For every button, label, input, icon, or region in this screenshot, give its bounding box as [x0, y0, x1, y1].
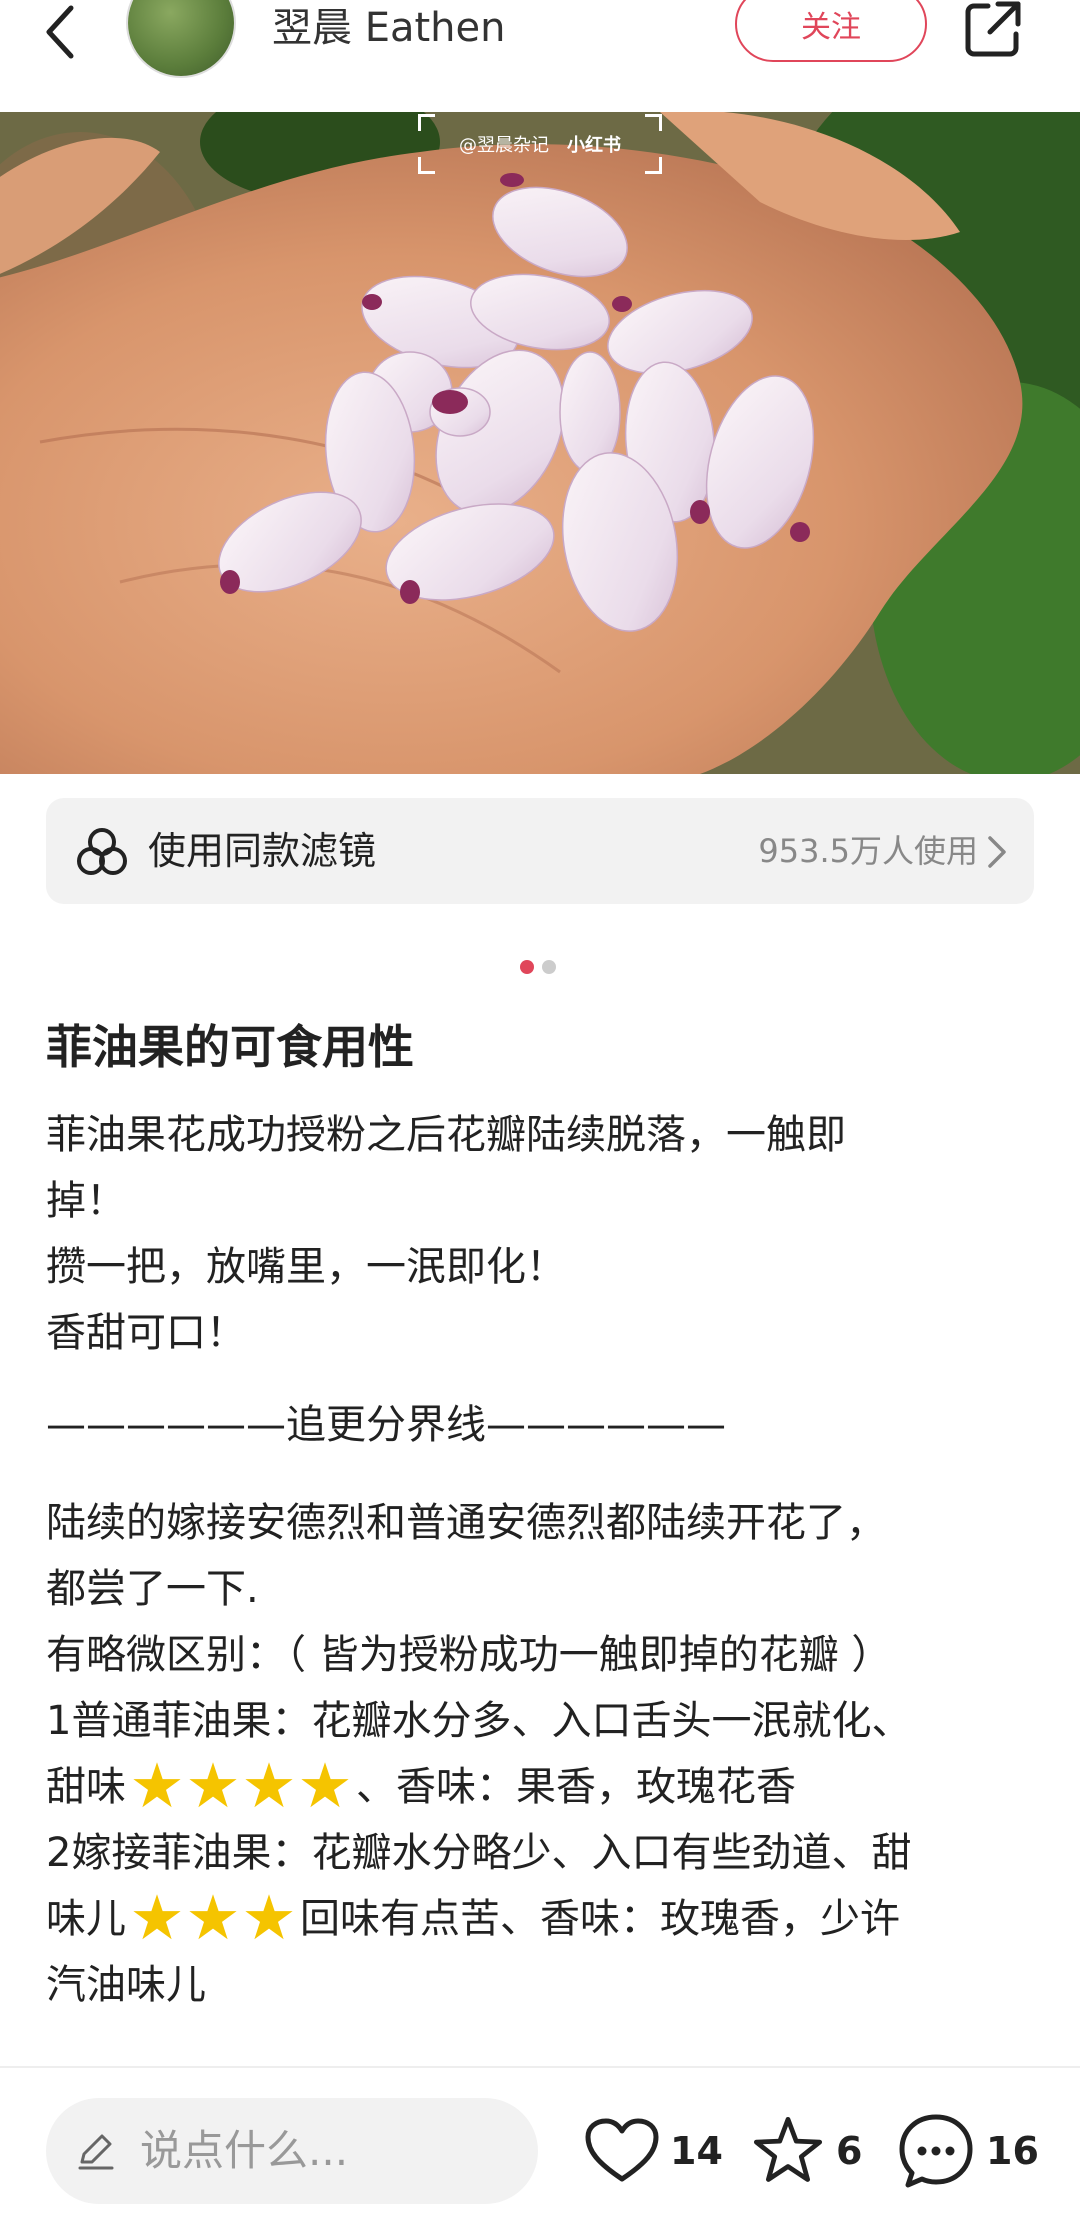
author-name[interactable]: 翌晨 Eathen — [272, 0, 506, 60]
comment-input[interactable]: 说点什么... — [46, 2098, 538, 2204]
divider-line-text: ——————追更分界线—————— — [46, 1402, 726, 1448]
follow-button[interactable]: 关注 — [735, 0, 927, 62]
aftertaste-text: 回味有点苦、香味：玫瑰香，少许 — [300, 1896, 900, 1942]
divider — [0, 2066, 1080, 2068]
collect-count: 6 — [836, 2129, 863, 2173]
star-icon — [245, 1894, 293, 1940]
watermark-brand: 小红书 — [567, 135, 621, 156]
petals-in-hand-photo — [0, 112, 1080, 774]
post-line: 掉！ — [46, 1178, 126, 1224]
post-line: 菲油果花成功授粉之后花瓣陆续脱落，一触即 — [46, 1112, 846, 1158]
share-button[interactable] — [962, 0, 1024, 62]
star-icon — [301, 1762, 349, 1808]
aroma-text: 、香味：果香，玫瑰花香 — [356, 1764, 796, 1810]
watermark-handle: @翌晨杂记 — [459, 135, 549, 156]
star-outline-icon — [753, 2116, 823, 2182]
filter-label: 使用同款滤镜 — [148, 829, 377, 873]
star-icon — [245, 1762, 293, 1808]
collect-button[interactable]: 6 — [750, 2108, 862, 2194]
post-line: 香甜可口！ — [46, 1310, 246, 1356]
post-line-sweetness-2: 味儿 回味有点苦、香味：玫瑰香，少许 — [46, 1886, 1046, 1952]
comment-button[interactable]: 16 — [896, 2108, 1039, 2194]
back-button[interactable] — [30, 0, 90, 68]
chevron-left-icon — [46, 5, 74, 59]
post-line: 2嫁接菲油果：花瓣水分略少、入口有些劲道、甜 — [46, 1830, 912, 1876]
post-line: 攒一把，放嘴里，一泯即化！ — [46, 1244, 566, 1290]
like-button[interactable]: 14 — [584, 2108, 723, 2194]
post-line: 有略微区别：（ 皆为授粉成功一触即掉的花瓣 ） — [46, 1632, 892, 1678]
carousel-dot-2 — [542, 960, 556, 974]
post-image[interactable]: @翌晨杂记 小红书 — [0, 112, 1080, 774]
post-title: 菲油果的可食用性 — [46, 1020, 414, 1074]
watermark: @翌晨杂记 小红书 — [418, 114, 662, 174]
sweetness-label: 味儿 — [46, 1896, 126, 1942]
star-icon — [189, 1762, 237, 1808]
same-filter-bar[interactable]: 使用同款滤镜 953.5万人使用 — [46, 798, 1034, 904]
comment-count: 16 — [986, 2129, 1039, 2173]
comment-placeholder: 说点什么... — [140, 2126, 349, 2175]
carousel-indicator — [520, 960, 556, 974]
filter-icon — [77, 828, 127, 875]
top-bar: 翌晨 Eathen 关注 — [0, 0, 1080, 112]
post-line: 汽油味儿 — [46, 1962, 206, 2008]
star-rating — [130, 1892, 296, 1946]
star-icon — [133, 1762, 181, 1808]
share-icon — [965, 1, 1021, 57]
filter-usage-count: 953.5万人使用 — [758, 832, 978, 870]
chevron-right-icon — [988, 836, 1006, 868]
star-icon — [133, 1894, 181, 1940]
heart-icon — [585, 2118, 659, 2182]
post-line: 陆续的嫁接安德烈和普通安德烈都陆续开花了， — [46, 1500, 886, 1546]
like-count: 14 — [670, 2129, 723, 2173]
post-line: 都尝了一下. — [46, 1566, 259, 1612]
sweetness-label: 甜味 — [46, 1764, 126, 1810]
star-icon — [189, 1894, 237, 1940]
post-line: 1普通菲油果：花瓣水分多、入口舌头一泯就化、 — [46, 1698, 912, 1744]
carousel-dot-1 — [520, 960, 534, 974]
pencil-icon — [78, 2134, 114, 2170]
avatar[interactable] — [128, 0, 234, 76]
chat-bubble-icon — [899, 2114, 973, 2188]
star-rating — [130, 1760, 352, 1814]
post-line-sweetness-1: 甜味 、香味：果香，玫瑰花香 — [46, 1754, 1046, 1820]
